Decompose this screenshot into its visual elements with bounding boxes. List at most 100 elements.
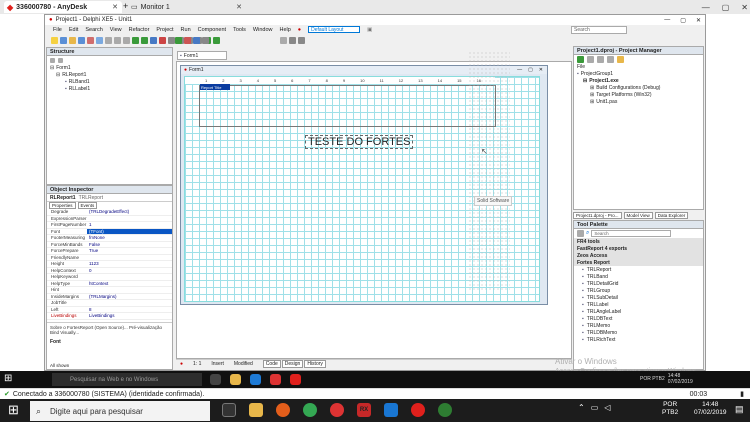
collapse-icon[interactable]: ⊟ xyxy=(50,65,54,71)
palette-categories-icon[interactable] xyxy=(577,230,584,237)
anydesk-app-icon[interactable] xyxy=(290,374,301,385)
tab-properties[interactable]: Properties xyxy=(49,202,76,209)
ide-maximize-icon[interactable]: ▢ xyxy=(680,17,686,24)
nav-back-icon[interactable] xyxy=(289,37,296,44)
tab-events[interactable]: Events xyxy=(77,202,98,209)
menu-tools[interactable]: Tools xyxy=(233,27,246,33)
menu-search[interactable]: Search xyxy=(85,27,102,33)
palette-item[interactable]: ▪ TRLMemo xyxy=(574,322,703,329)
pm-new-icon[interactable] xyxy=(587,56,594,63)
collapse-icon[interactable]: ⊟ xyxy=(56,72,60,78)
notification-icon[interactable]: ▤ xyxy=(735,404,744,415)
property-value[interactable] xyxy=(87,274,172,280)
rlband1[interactable]: Report Title xyxy=(199,84,496,127)
structure-up-icon[interactable] xyxy=(50,57,55,63)
palette-item[interactable]: ▪ TRLDBMemo xyxy=(574,329,703,336)
property-value[interactable]: (TRLDegradeEffect) xyxy=(87,209,172,215)
palette-category[interactable]: FastReport 4 exports xyxy=(574,245,703,252)
pm-item-projectgroup[interactable]: ▪ ProjectGroup1 xyxy=(574,70,703,77)
record-icon[interactable]: ● xyxy=(180,361,183,367)
property-value[interactable]: (TRLMargins) xyxy=(87,294,172,300)
step-over-icon[interactable] xyxy=(168,37,175,44)
save-icon[interactable] xyxy=(60,37,67,44)
expand-icon[interactable]: ⊞ xyxy=(590,92,594,98)
menu-refactor[interactable]: Refactor xyxy=(129,27,150,33)
structure-item-rlreport1[interactable]: ⊟ RLReport1 xyxy=(47,71,172,78)
build-icon[interactable] xyxy=(184,37,191,44)
file-explorer-icon[interactable] xyxy=(249,403,263,417)
task-view-icon[interactable] xyxy=(210,374,221,385)
pm-sync-icon[interactable] xyxy=(617,56,624,63)
palette-item[interactable]: ▪ TRLGroup xyxy=(574,287,703,294)
tab-model-view[interactable]: Model View xyxy=(623,211,653,219)
close-file-icon[interactable] xyxy=(87,37,94,44)
palette-category[interactable]: FR4 tools xyxy=(574,238,703,245)
chrome-icon[interactable] xyxy=(303,403,317,417)
tab-design[interactable]: Design xyxy=(281,360,304,368)
layout-icon[interactable]: ▣ xyxy=(367,27,372,33)
inspector-show-filter[interactable]: All shown xyxy=(50,363,69,368)
anydesk-taskbar-icon[interactable] xyxy=(411,403,425,417)
menu-edit[interactable]: Edit xyxy=(69,27,78,33)
property-value[interactable]: 1123 xyxy=(87,261,172,267)
help-icon[interactable]: ● xyxy=(298,27,301,33)
pause-icon[interactable] xyxy=(150,37,157,44)
expand-icon[interactable]: ⊞ xyxy=(590,85,594,91)
property-value[interactable] xyxy=(87,300,172,306)
view-unit-icon[interactable] xyxy=(105,37,112,44)
forward-icon[interactable] xyxy=(213,37,220,44)
remote-search-box[interactable]: Pesquisar na Web e no Windows xyxy=(52,373,202,386)
run-icon[interactable] xyxy=(132,37,139,44)
monitor-tab[interactable]: ▭ Monitor 1 ✕ xyxy=(128,1,246,13)
collapse-icon[interactable]: ⊟ xyxy=(583,78,587,84)
structure-item-rllabel1[interactable]: ▪ RLLabel1 xyxy=(47,85,172,92)
open-project-icon[interactable] xyxy=(96,37,103,44)
palette-search-input[interactable]: Search xyxy=(591,230,672,237)
edge-icon[interactable] xyxy=(250,374,261,385)
property-value[interactable]: fmNone xyxy=(87,235,172,241)
palette-item[interactable]: ▪ TRLReport xyxy=(574,266,703,273)
pm-options-icon[interactable] xyxy=(607,56,614,63)
start-icon[interactable]: ⊞ xyxy=(8,402,19,418)
activate-icon[interactable] xyxy=(577,56,584,63)
anydesk-session-tab[interactable]: ◆ 336000780 - AnyDesk ✕ xyxy=(4,1,122,13)
ide-close-icon[interactable]: ✕ xyxy=(696,17,701,24)
rllabel1[interactable]: TESTE DO FORTES xyxy=(305,135,414,149)
property-value[interactable]: 0 xyxy=(87,268,172,274)
new-icon[interactable] xyxy=(51,37,58,44)
toggle-form-unit-icon[interactable] xyxy=(123,37,130,44)
ide-minimize-icon[interactable]: — xyxy=(664,17,670,23)
pm-item-project1[interactable]: ⊟ Project1.exe xyxy=(574,77,703,84)
property-value[interactable]: 1 xyxy=(87,222,172,228)
form-maximize-icon[interactable]: ▢ xyxy=(528,67,533,73)
save-all-icon[interactable] xyxy=(78,37,85,44)
editor-tab-unit1[interactable]: ▪ Form1 xyxy=(177,51,227,60)
property-value[interactable] xyxy=(87,216,172,222)
property-value[interactable]: False xyxy=(87,242,172,248)
menu-window[interactable]: Window xyxy=(253,27,273,33)
rx-app-icon[interactable]: RX xyxy=(357,403,371,417)
palette-item[interactable]: ▪ TRLBand xyxy=(574,273,703,280)
pm-item-build-config[interactable]: ⊞ Build Configurations (Debug) xyxy=(574,84,703,91)
local-search-box[interactable]: ⌕ Digite aqui para pesquisar xyxy=(30,401,210,421)
structure-item-form1[interactable]: ⊟ Form1 xyxy=(47,64,172,71)
minimize-icon[interactable]: — xyxy=(702,3,710,12)
breakpoint-icon[interactable] xyxy=(202,37,209,44)
close-tab-icon[interactable]: ✕ xyxy=(112,3,118,11)
tab-history[interactable]: History xyxy=(304,360,326,368)
pm-item-unit1[interactable]: ⊞ Unit1.pas xyxy=(574,98,703,105)
view-form-icon[interactable] xyxy=(114,37,121,44)
chevron-up-icon[interactable]: ⌃ xyxy=(578,403,585,412)
property-value[interactable] xyxy=(87,255,172,261)
remote-clock[interactable]: 14:48 07/02/2019 xyxy=(668,373,693,385)
pm-item-target-platforms[interactable]: ⊞ Target Platforms (Win32) xyxy=(574,91,703,98)
delphi-app-icon[interactable] xyxy=(270,374,281,385)
task-view-icon[interactable] xyxy=(222,403,236,417)
local-clock[interactable]: 14:48 07/02/2019 xyxy=(694,401,727,417)
menu-component[interactable]: Component xyxy=(198,27,226,33)
palette-item[interactable]: ▪ TRLSubDetail xyxy=(574,294,703,301)
remote-start-icon[interactable]: ⊞ xyxy=(4,373,12,384)
palette-category[interactable]: Zeos Access xyxy=(574,252,703,259)
ide-search-input[interactable]: Search xyxy=(571,26,627,34)
file-explorer-icon[interactable] xyxy=(230,374,241,385)
